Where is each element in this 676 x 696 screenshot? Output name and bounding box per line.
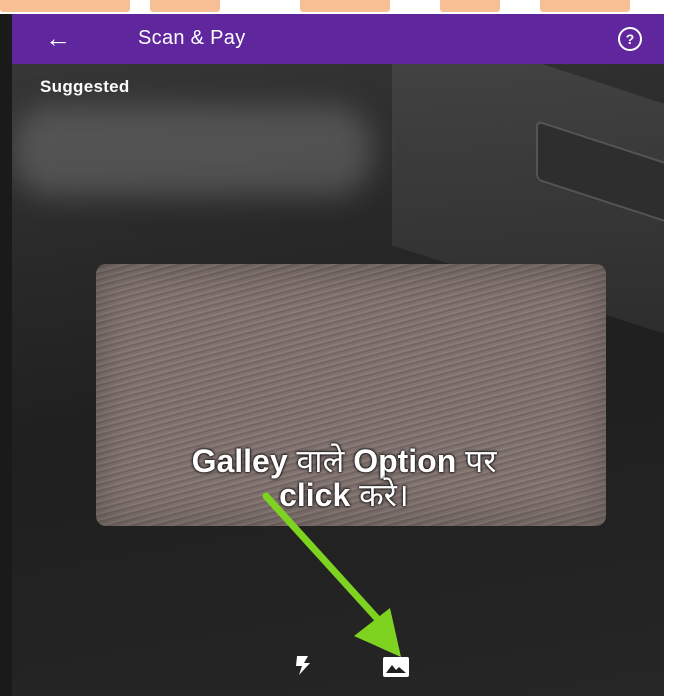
gallery-icon[interactable] — [382, 656, 410, 678]
banner-decoration — [440, 0, 500, 12]
left-border — [0, 14, 12, 696]
banner-decoration — [150, 0, 220, 12]
camera-screen: ← Scan & Pay ? Suggested Galley वाले Opt… — [12, 14, 664, 696]
arrow-shaft — [262, 492, 388, 630]
top-banner — [0, 0, 676, 14]
flash-icon[interactable] — [292, 654, 314, 676]
banner-decoration — [540, 0, 630, 12]
annotation-arrow — [262, 492, 401, 657]
right-border — [664, 14, 676, 696]
banner-decoration — [300, 0, 390, 12]
banner-decoration — [0, 0, 130, 12]
